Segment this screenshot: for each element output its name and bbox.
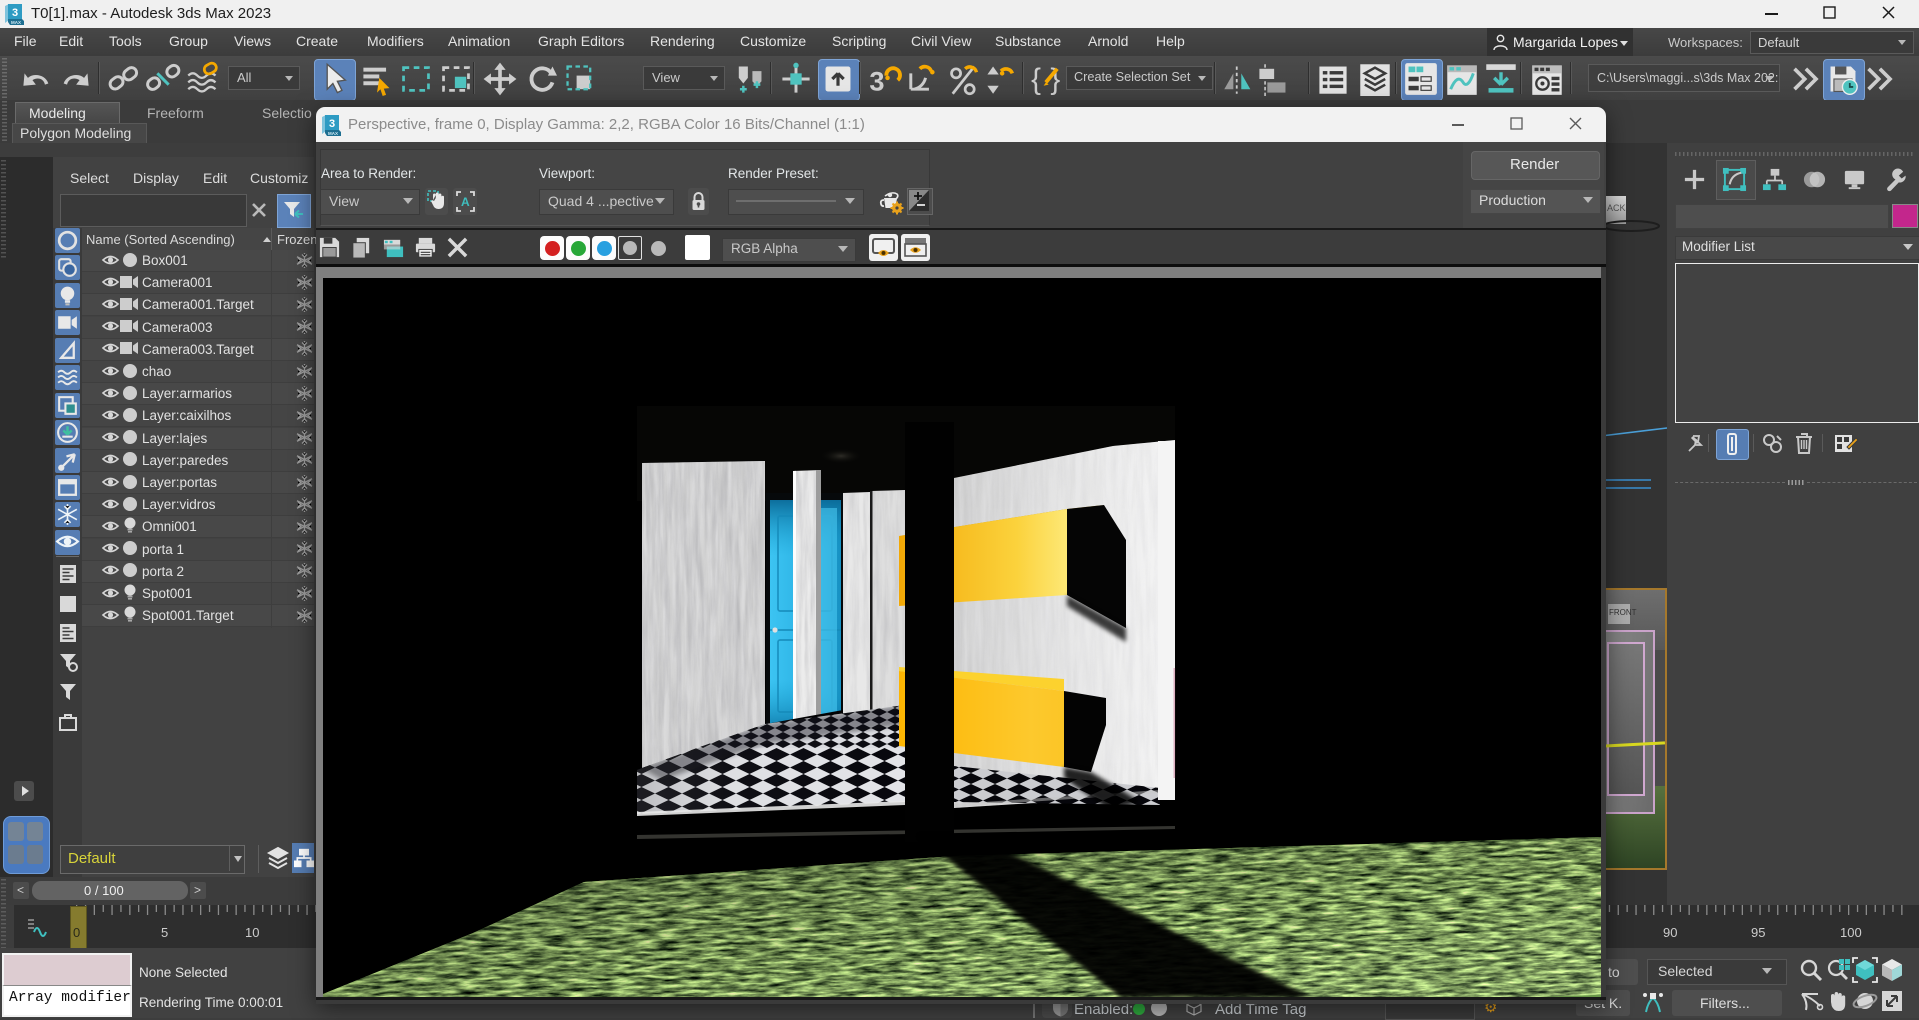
svg-text:{: {	[1031, 63, 1041, 96]
svg-text:3: 3	[869, 65, 884, 96]
svg-text:A: A	[461, 195, 470, 209]
svg-text:3: 3	[12, 7, 18, 19]
svg-text:MAX: MAX	[11, 20, 21, 25]
svg-text:3: 3	[329, 118, 335, 130]
svg-text:MAX: MAX	[328, 131, 338, 136]
